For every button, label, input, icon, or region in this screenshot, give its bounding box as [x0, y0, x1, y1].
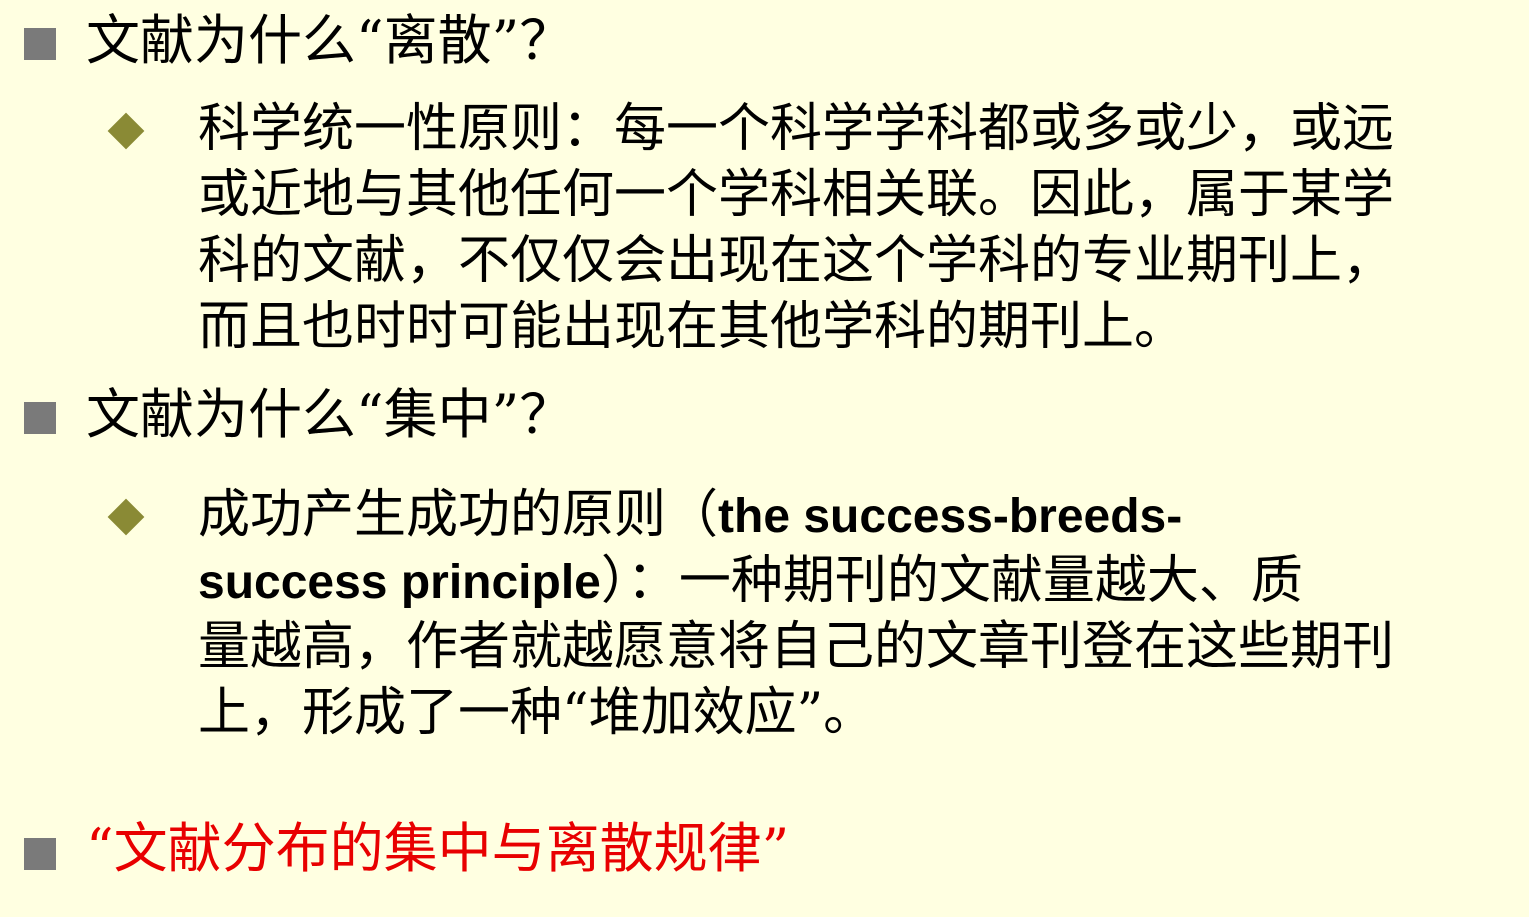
diamond-bullet-icon — [107, 112, 145, 150]
success-principle-line-2-cn: ）：一种期刊的文献量越大、质 — [600, 551, 1303, 611]
success-principle-line-1: 成功产生成功的原则（the success-breeds- — [198, 482, 1182, 550]
diamond-bullet-icon — [107, 498, 145, 536]
success-principle-line-4: 上，形成了一种“堆加效应”。 — [198, 683, 876, 743]
heading-distribution-law: “文献分布的集中与离散规律” — [86, 817, 790, 880]
heading-discrete-question: 文献为什么“离散”？ — [86, 9, 574, 72]
slide: 文献为什么“离散”？ 科学统一性原则：每一个科学学科都或多或少，或远 或近地与其… — [0, 0, 1529, 917]
heading-concentration-question: 文献为什么“集中”？ — [86, 383, 574, 446]
success-principle-line-2-en: success principle — [198, 556, 601, 609]
success-principle-line-2: success principle）：一种期刊的文献量越大、质 — [198, 548, 1303, 616]
science-unity-line-3: 科的文献，不仅仅会出现在这个学科的专业期刊上， — [198, 231, 1395, 291]
science-unity-line-4: 而且也时时可能出现在其他学科的期刊上。 — [198, 297, 1187, 357]
success-principle-line-1-cn: 成功产生成功的原则（ — [198, 485, 719, 545]
science-unity-line-1: 科学统一性原则：每一个科学学科都或多或少，或远 — [198, 99, 1395, 159]
square-bullet-icon — [24, 838, 56, 870]
square-bullet-icon — [24, 28, 56, 60]
success-principle-line-1-en: the success-breeds- — [718, 490, 1183, 543]
success-principle-line-3: 量越高，作者就越愿意将自己的文章刊登在这些期刊 — [198, 617, 1395, 677]
science-unity-line-2: 或近地与其他任何一个学科相关联。因此，属于某学 — [198, 165, 1395, 225]
square-bullet-icon — [24, 402, 56, 434]
